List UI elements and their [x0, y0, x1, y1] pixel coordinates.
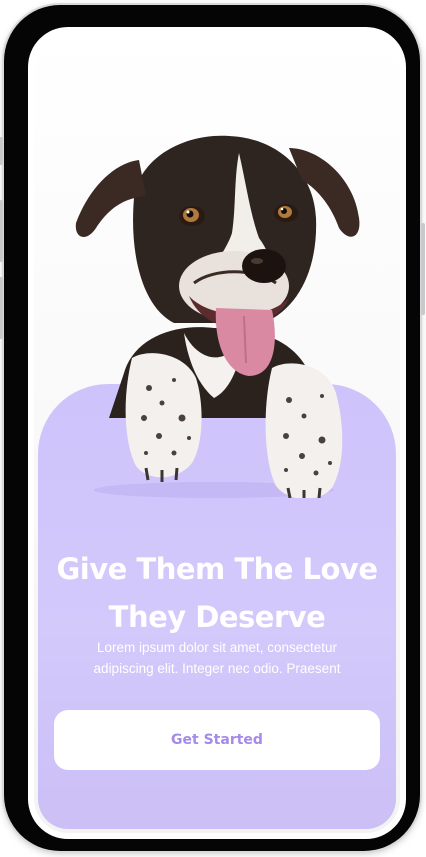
description-line-1: Lorem ipsum dolor sit amet, consectetur	[96, 640, 338, 655]
silent-switch	[0, 137, 3, 165]
power-button	[421, 223, 425, 315]
description-line-2: adipiscing elit. Integer nec odio. Praes…	[93, 661, 341, 676]
headline: Give Them The Love They Deserve	[34, 545, 400, 641]
headline-line-2: They Deserve	[108, 600, 326, 634]
description: Lorem ipsum dolor sit amet, consectetur …	[58, 637, 376, 679]
volume-down-button	[0, 277, 3, 339]
volume-up-button	[0, 200, 3, 262]
get-started-button[interactable]: Get Started	[54, 710, 380, 770]
dog-illustration	[75, 135, 360, 498]
screen: Give Them The Love They Deserve Lorem ip…	[28, 27, 406, 839]
headline-line-1: Give Them The Love	[56, 552, 379, 586]
phone-frame: Give Them The Love They Deserve Lorem ip…	[0, 5, 425, 851]
onboarding-screen: Give Them The Love They Deserve Lorem ip…	[34, 33, 400, 833]
